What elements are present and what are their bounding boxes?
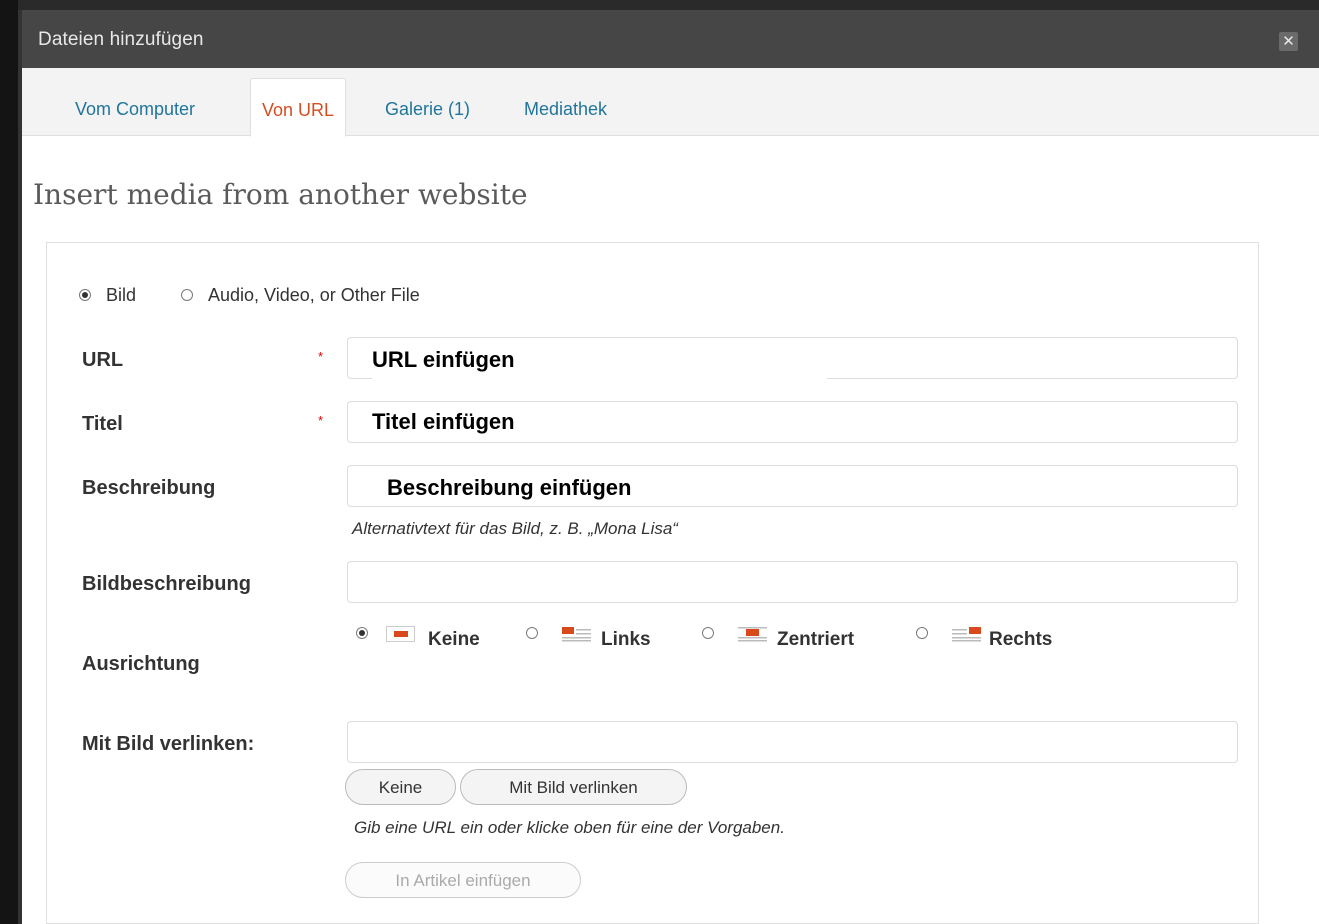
required-mark: * xyxy=(318,349,324,364)
description-annotation: Beschreibung einfügen xyxy=(387,475,767,505)
background-strip xyxy=(0,0,1319,10)
radio-align-none[interactable] xyxy=(356,627,368,639)
description-help: Alternativtext für das Bild, z. B. „Mona… xyxy=(352,519,678,538)
align-center-label: Zentriert xyxy=(777,629,855,650)
radio-bild-label: Bild xyxy=(106,285,137,305)
caption-label: Bildbeschreibung xyxy=(82,573,251,595)
close-button[interactable]: ✕ xyxy=(1279,32,1298,51)
tab-mediathek[interactable]: Mediathek xyxy=(524,78,607,134)
link-none-button[interactable]: Keine xyxy=(345,769,456,805)
url-annotation: URL einfügen xyxy=(372,347,827,379)
media-tabs: Vom Computer Von URL Galerie (1) Mediath… xyxy=(22,68,1319,137)
radio-bild[interactable] xyxy=(79,289,91,301)
title-label: Titel xyxy=(82,413,123,435)
align-center-icon xyxy=(738,627,767,642)
tab-galerie[interactable]: Galerie (1) xyxy=(385,78,470,134)
align-none-label: Keine xyxy=(428,629,480,650)
required-mark: * xyxy=(318,413,324,428)
link-help: Gib eine URL ein oder klicke oben für ei… xyxy=(354,818,785,837)
insert-into-post-button[interactable]: In Artikel einfügen xyxy=(345,862,581,898)
align-left-label: Links xyxy=(601,629,651,650)
align-right-label: Rechts xyxy=(989,629,1053,650)
tab-vom-computer[interactable]: Vom Computer xyxy=(75,78,195,134)
page-edge xyxy=(0,0,18,924)
close-icon: ✕ xyxy=(1282,33,1295,50)
align-none-icon xyxy=(386,626,415,642)
radio-align-right[interactable] xyxy=(916,627,928,639)
page-title: Insert media from another website xyxy=(33,178,528,211)
url-form-panel: Bild Audio, Video, or Other File URL * U… xyxy=(46,242,1259,924)
radio-align-center[interactable] xyxy=(702,627,714,639)
dialog-titlebar: Dateien hinzufügen ✕ xyxy=(22,10,1319,68)
description-label: Beschreibung xyxy=(82,477,216,499)
radio-audio-video[interactable] xyxy=(181,289,193,301)
add-media-dialog: Dateien hinzufügen ✕ Vom Computer Von UR… xyxy=(22,10,1319,924)
align-left-icon xyxy=(562,627,591,642)
url-label: URL xyxy=(82,349,124,371)
link-to-image-button[interactable]: Mit Bild verlinken xyxy=(460,769,687,805)
alignment-label: Ausrichtung xyxy=(82,653,200,675)
link-url-input[interactable] xyxy=(347,721,1238,763)
radio-audio-video-label: Audio, Video, or Other File xyxy=(208,285,420,305)
align-right-icon xyxy=(952,627,981,642)
dialog-title: Dateien hinzufügen xyxy=(38,29,204,50)
caption-input[interactable] xyxy=(347,561,1238,603)
link-label: Mit Bild verlinken: xyxy=(82,733,255,755)
tab-von-url[interactable]: Von URL xyxy=(250,78,347,137)
title-annotation: Titel einfügen xyxy=(372,409,827,441)
radio-align-left[interactable] xyxy=(526,627,538,639)
